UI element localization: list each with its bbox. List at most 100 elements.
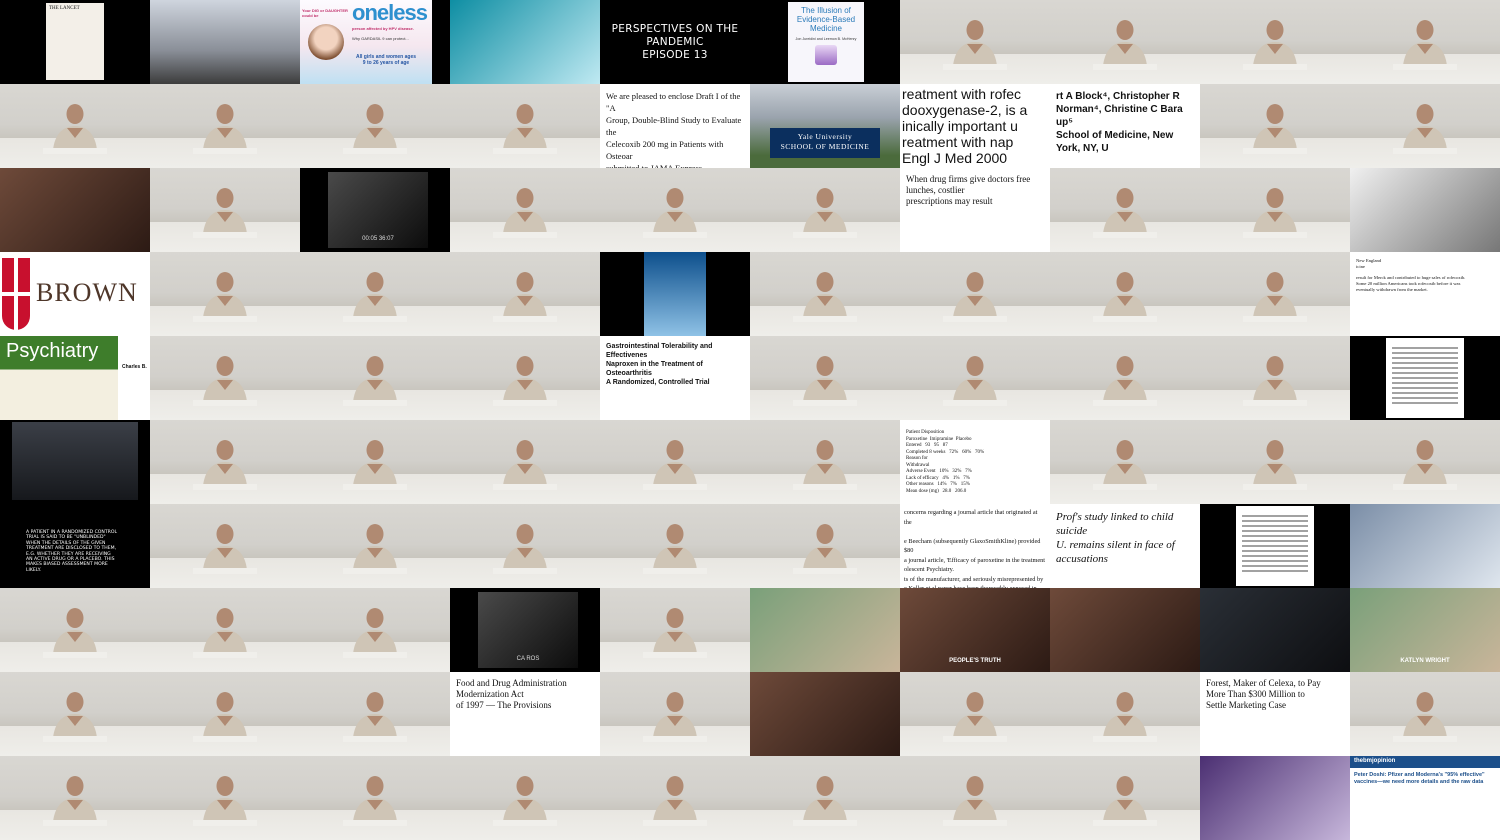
thumbnail-speaker[interactable] <box>150 336 300 420</box>
thumbnail-speaker[interactable] <box>450 756 600 840</box>
thumbnail-doc[interactable]: rt A Block⁴, Christopher R Norman⁴, Chri… <box>1050 84 1200 168</box>
thumbnail-speaker[interactable] <box>150 252 300 336</box>
thumbnail-poster[interactable] <box>600 252 750 336</box>
thumbnail-speaker[interactable] <box>150 420 300 504</box>
thumbnail-speaker[interactable] <box>600 588 750 672</box>
thumbnail-speaker[interactable] <box>150 756 300 840</box>
thumbnail-photo[interactable] <box>1350 504 1500 588</box>
thumbnail-speaker[interactable] <box>1200 0 1350 84</box>
thumbnail-speaker[interactable] <box>450 504 600 588</box>
thumbnail-speaker[interactable] <box>1050 420 1200 504</box>
thumbnail-speaker[interactable] <box>150 672 300 756</box>
thumbnail-speaker[interactable] <box>600 504 750 588</box>
thumbnail-photo[interactable]: KATLYN WRIGHT <box>1350 588 1500 672</box>
thumbnail-title[interactable]: PERSPECTIVES ON THE PANDEMIC EPISODE 13 <box>600 0 750 84</box>
thumbnail-speaker[interactable] <box>150 504 300 588</box>
thumbnail-speaker[interactable] <box>300 84 450 168</box>
thumbnail-photo[interactable]: PEOPLE'S TRUTH <box>900 588 1050 672</box>
thumbnail-speaker[interactable] <box>1350 420 1500 504</box>
thumbnail-book[interactable]: The Illusion of Evidence-Based Medicine J… <box>750 0 900 84</box>
thumbnail-speaker[interactable] <box>0 588 150 672</box>
thumbnail-speaker[interactable] <box>1200 84 1350 168</box>
thumbnail-photo[interactable] <box>1200 756 1350 840</box>
thumbnail-speaker[interactable] <box>1050 336 1200 420</box>
thumbnail-bmj[interactable]: thebmjopinion Peter Doshi: Pfizer and Mod… <box>1350 756 1500 840</box>
thumbnail-speaker[interactable] <box>1050 0 1200 84</box>
thumbnail-speaker[interactable] <box>300 336 450 420</box>
thumbnail-speaker[interactable] <box>300 252 450 336</box>
thumbnail-speaker[interactable] <box>300 504 450 588</box>
thumbnail-photo[interactable] <box>1050 588 1200 672</box>
thumbnail-doc[interactable]: reatment with rofec dooxygenase-2, is a … <box>900 84 1050 168</box>
thumbnail-photo[interactable] <box>150 0 300 84</box>
thumbnail-speaker[interactable] <box>750 168 900 252</box>
thumbnail-speaker[interactable] <box>750 336 900 420</box>
thumbnail-speaker[interactable] <box>1050 168 1200 252</box>
thumbnail-speaker[interactable] <box>0 756 150 840</box>
thumbnail-doc[interactable]: concerns regarding a journal article tha… <box>900 504 1050 588</box>
thumbnail-speaker[interactable] <box>600 420 750 504</box>
thumbnail-caption[interactable]: A PATIENT IN A RANDOMIZED CONTROL TRIAL … <box>0 504 150 588</box>
thumbnail-speaker[interactable] <box>1200 252 1350 336</box>
thumbnail-doc[interactable]: When drug firms give doctors free lunche… <box>900 168 1050 252</box>
thumbnail-speaker[interactable] <box>900 336 1050 420</box>
thumbnail-ad[interactable]: Your DIG or DAUGHTER could be oneless pers… <box>300 0 450 84</box>
thumbnail-speaker[interactable] <box>750 252 900 336</box>
thumbnail-doc[interactable]: Gastrointestinal Tolerability and Effect… <box>600 336 750 420</box>
thumbnail-journal[interactable]: Psychiatry Charles B. <box>0 336 150 420</box>
thumbnail-speaker[interactable] <box>1050 756 1200 840</box>
thumbnail-speaker[interactable] <box>450 84 600 168</box>
thumbnail-speaker[interactable] <box>450 336 600 420</box>
thumbnail-photo[interactable] <box>1200 588 1350 672</box>
thumbnail-speaker[interactable] <box>150 168 300 252</box>
thumbnail-speaker[interactable] <box>0 84 150 168</box>
thumbnail-speaker[interactable] <box>1350 0 1500 84</box>
thumbnail-photo[interactable] <box>750 672 900 756</box>
thumbnail-speaker[interactable] <box>300 420 450 504</box>
thumbnail-speaker[interactable] <box>450 252 600 336</box>
thumbnail-doc[interactable]: THE LANCET <box>0 0 150 84</box>
thumbnail-table[interactable]: Patient Disposition Paroxetine Imipramin… <box>900 420 1050 504</box>
thumbnail-speaker[interactable] <box>450 168 600 252</box>
thumbnail-speaker[interactable] <box>1200 168 1350 252</box>
thumbnail-speaker[interactable] <box>1200 420 1350 504</box>
thumbnail-speaker[interactable] <box>750 420 900 504</box>
thumbnail-sign[interactable]: Yale University SCHOOL OF MEDICINE <box>750 84 900 168</box>
thumbnail-speaker[interactable] <box>1200 336 1350 420</box>
thumbnail-speaker[interactable] <box>300 756 450 840</box>
thumbnail-speaker[interactable] <box>600 672 750 756</box>
thumbnail-speaker[interactable] <box>1350 84 1500 168</box>
thumbnail-speaker[interactable] <box>900 0 1050 84</box>
thumbnail-speaker[interactable] <box>450 420 600 504</box>
thumbnail-film[interactable]: 00:05 36:07 <box>300 168 450 252</box>
thumbnail-news[interactable]: Prof's study linked to child suicide U. … <box>1050 504 1200 588</box>
thumbnail-speaker[interactable] <box>750 504 900 588</box>
thumbnail-paper[interactable] <box>1350 336 1500 420</box>
thumbnail-speaker[interactable] <box>1050 672 1200 756</box>
thumbnail-doc[interactable]: Food and Drug Administration Modernizati… <box>450 672 600 756</box>
thumbnail-web[interactable] <box>0 420 150 504</box>
thumbnail-speaker[interactable] <box>900 252 1050 336</box>
thumbnail-film[interactable]: CA ROS <box>450 588 600 672</box>
thumbnail-brown[interactable]: BROWN <box>0 252 150 336</box>
thumbnail-speaker[interactable] <box>750 756 900 840</box>
thumbnail-speaker[interactable] <box>150 588 300 672</box>
thumbnail-speaker[interactable] <box>0 672 150 756</box>
thumbnail-photo[interactable] <box>450 0 600 84</box>
thumbnail-paper[interactable] <box>1200 504 1350 588</box>
thumbnail-speaker[interactable] <box>300 672 450 756</box>
thumbnail-doc[interactable]: New England icine result for Merck and c… <box>1350 252 1500 336</box>
thumbnail-doc[interactable]: Forest, Maker of Celexa, to Pay More Tha… <box>1200 672 1350 756</box>
thumbnail-photo[interactable] <box>750 588 900 672</box>
thumbnail-doc[interactable]: We are pleased to enclose Draft I of the… <box>600 84 750 168</box>
thumbnail-speaker[interactable] <box>900 672 1050 756</box>
thumbnail-speaker[interactable] <box>300 588 450 672</box>
thumbnail-speaker[interactable] <box>900 756 1050 840</box>
thumbnail-speaker[interactable] <box>1050 252 1200 336</box>
thumbnail-photo[interactable] <box>0 168 150 252</box>
thumbnail-speaker[interactable] <box>600 756 750 840</box>
thumbnail-speaker[interactable] <box>1350 672 1500 756</box>
thumbnail-speaker[interactable] <box>600 168 750 252</box>
thumbnail-speaker[interactable] <box>150 84 300 168</box>
thumbnail-photo[interactable] <box>1350 168 1500 252</box>
